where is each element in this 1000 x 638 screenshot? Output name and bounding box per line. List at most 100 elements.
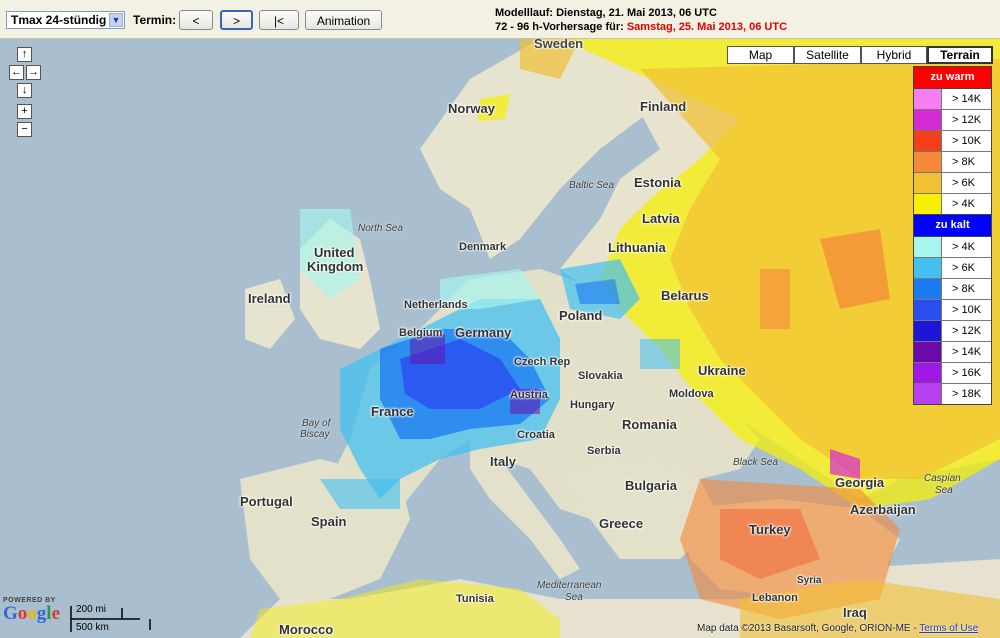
map-type-hybrid[interactable]: Hybrid [861, 46, 927, 64]
cold-legend-swatch [914, 237, 942, 257]
label-baltic-sea: Baltic Sea [569, 180, 615, 191]
cold-legend-label: > 16K [952, 367, 982, 379]
pan-up-button[interactable]: ↑ [17, 47, 32, 62]
label-france: France [371, 404, 414, 419]
scale-miles: 200 mi [76, 604, 107, 615]
warm-legend-swatch [914, 110, 942, 130]
label-latvia: Latvia [642, 211, 680, 226]
label-finland: Finland [640, 99, 687, 114]
warm-legend-row: > 12K [914, 110, 991, 131]
label-tunisia: Tunisia [456, 593, 494, 605]
next-button[interactable]: > [220, 10, 253, 30]
cold-legend-row: > 16K [914, 363, 991, 384]
animation-button[interactable]: Animation [305, 10, 382, 30]
forecast-range: 72 - 96 h-Vorhersage für: [495, 21, 624, 33]
label-poland: Poland [559, 308, 603, 323]
legend-cold-title: zu kalt [914, 214, 991, 237]
first-button[interactable]: |< [259, 10, 299, 30]
termin-label: Termin: [133, 13, 177, 27]
label-united: United [314, 245, 355, 260]
arrow-up-icon: ↑ [21, 48, 28, 60]
label-greece: Greece [599, 516, 644, 531]
label-turkey: Turkey [749, 522, 791, 537]
map-type-terrain[interactable]: Terrain [927, 46, 993, 64]
terms-link[interactable]: Terms of Use [919, 623, 978, 634]
cold-legend-row: > 14K [914, 342, 991, 363]
google-wordmark: Google [3, 603, 60, 624]
label-sweden: Sweden [534, 39, 584, 51]
label-ireland: Ireland [248, 291, 291, 306]
label-czech: Czech Rep [514, 356, 571, 368]
plus-icon: + [21, 105, 28, 117]
model-run-line: Modelllauf: Dienstag, 21. Mai 2013, 06 U… [495, 7, 717, 19]
pan-down-button[interactable]: ↓ [17, 83, 32, 98]
cold-legend-label: > 4K [952, 241, 975, 253]
google-logo[interactable]: POWERED BY Google [3, 597, 60, 624]
chevron-down-icon[interactable]: ▼ [109, 13, 123, 27]
arrow-down-icon: ↓ [21, 84, 28, 96]
map-type-satellite[interactable]: Satellite [794, 46, 861, 64]
warm-legend-label: > 14K [952, 93, 982, 105]
previous-button[interactable]: < [179, 10, 213, 30]
label-bulgaria: Bulgaria [625, 478, 678, 493]
label-georgia: Georgia [835, 475, 885, 490]
label-syria: Syria [797, 575, 822, 586]
legend-warm-title: zu warm [914, 67, 991, 89]
label-norway: Norway [448, 101, 495, 116]
pan-left-button[interactable]: ← [9, 65, 24, 80]
zoom-in-button[interactable]: + [17, 104, 32, 119]
cold-legend-label: > 18K [952, 388, 982, 400]
arrow-left-icon: ← [11, 66, 22, 78]
product-select-value: Tmax 24-stündig [11, 13, 107, 27]
pan-right-button[interactable]: → [26, 65, 41, 80]
label-black-sea: Black Sea [733, 457, 779, 468]
cold-legend-swatch [914, 258, 942, 278]
cold-legend-row: > 10K [914, 300, 991, 321]
model-run-info: Modelllauf: Dienstag, 21. Mai 2013, 06 U… [495, 6, 787, 34]
forecast-line: 72 - 96 h-Vorhersage für: Samstag, 25. M… [495, 20, 787, 34]
label-spain: Spain [311, 514, 347, 529]
warm-legend-row: > 10K [914, 131, 991, 152]
warm-legend-label: > 12K [952, 114, 982, 126]
cold-legend-label: > 8K [952, 283, 975, 295]
warm-legend-row: > 6K [914, 173, 991, 194]
cold-legend-swatch [914, 342, 942, 362]
label-germany: Germany [455, 325, 512, 340]
label-moldova: Moldova [669, 388, 714, 400]
label-lebanon: Lebanon [752, 592, 798, 604]
label-belarus: Belarus [661, 288, 709, 303]
cold-legend-swatch [914, 300, 942, 320]
map-type-map[interactable]: Map [727, 46, 794, 64]
warm-legend-label: > 4K [952, 198, 975, 210]
label-mediterranean: Mediterranean [537, 580, 602, 591]
attribution: Map data ©2013 Basarsoft, Google, ORION-… [697, 623, 978, 634]
cold-legend-label: > 6K [952, 262, 975, 274]
label-portugal: Portugal [240, 494, 293, 509]
warm-legend-label: > 6K [952, 177, 975, 189]
warm-legend-label: > 10K [952, 135, 982, 147]
product-select[interactable]: Tmax 24-stündig ▼ [6, 11, 125, 29]
label-netherlands: Netherlands [404, 299, 468, 311]
cold-legend-swatch [914, 384, 942, 404]
label-estonia: Estonia [634, 175, 681, 190]
label-hungary: Hungary [570, 399, 615, 411]
label-croatia: Croatia [517, 429, 555, 441]
cold-legend-row: > 6K [914, 258, 991, 279]
cold-legend-swatch [914, 321, 942, 341]
label-lithuania: Lithuania [608, 240, 666, 255]
warm-legend-swatch [914, 194, 942, 214]
cold-legend-label: > 10K [952, 304, 982, 316]
minus-icon: − [21, 123, 28, 135]
map-canvas[interactable]: Sweden Norway Finland Estonia Latvia Lit… [0, 39, 1000, 638]
warm-legend-swatch [914, 152, 942, 172]
label-north-sea: North Sea [358, 223, 404, 234]
legend: zu warm > 14K > 12K > 10K > 8K > 6K > 4K zu k… [913, 66, 992, 405]
label-morocco: Morocco [279, 622, 334, 637]
warm-legend-row: > 14K [914, 89, 991, 110]
label-denmark: Denmark [459, 241, 507, 253]
label-belgium: Belgium [399, 327, 443, 339]
label-azerbaijan: Azerbaijan [850, 502, 916, 517]
label-austria: Austria [510, 389, 548, 401]
label-serbia: Serbia [587, 445, 621, 457]
zoom-out-button[interactable]: − [17, 122, 32, 137]
